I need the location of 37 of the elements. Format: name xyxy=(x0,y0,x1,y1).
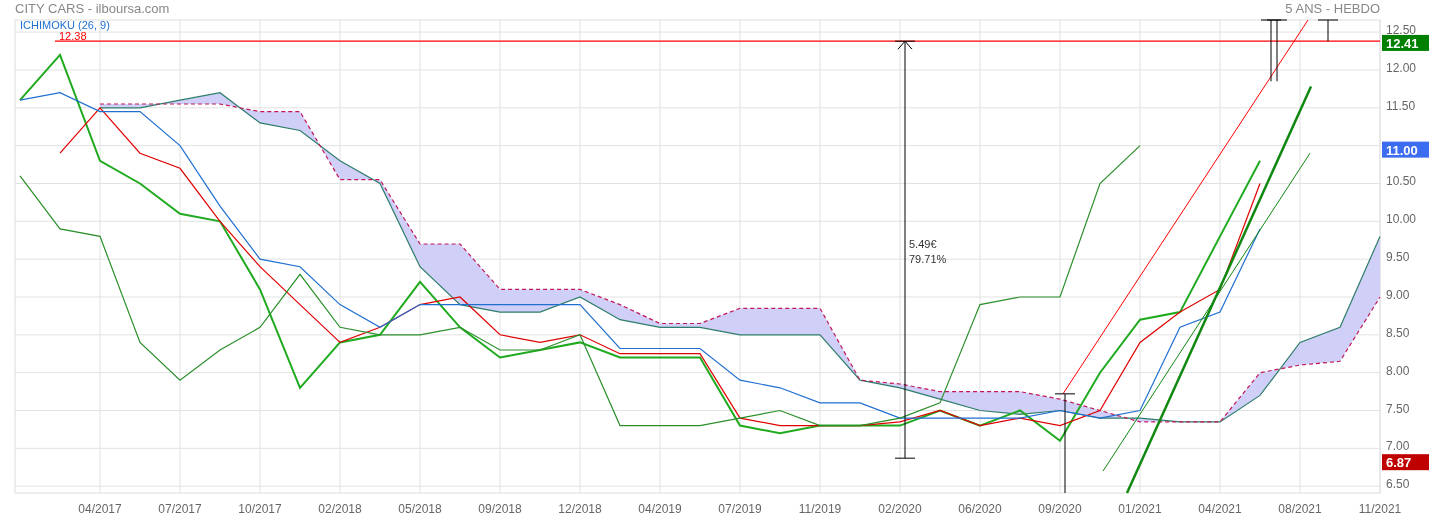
x-tick-label: 07/2017 xyxy=(158,502,202,516)
x-tick-label: 09/2020 xyxy=(1038,502,1082,516)
x-tick-label: 06/2020 xyxy=(958,502,1002,516)
y-tick-label: 12.50 xyxy=(1386,23,1417,38)
y-tick-label: 10.00 xyxy=(1386,212,1417,227)
x-tick-label: 08/2021 xyxy=(1278,502,1322,516)
y-tick-label: 10.50 xyxy=(1386,174,1417,189)
y-tick-label: 7.00 xyxy=(1386,439,1410,454)
x-tick-label: 04/2017 xyxy=(78,502,122,516)
y-tick-label: 8.50 xyxy=(1386,325,1410,340)
y-tick-label: 12.00 xyxy=(1386,60,1417,75)
y-tick-label: 11.50 xyxy=(1386,98,1416,113)
y-tick-label: 7.50 xyxy=(1386,401,1410,416)
x-tick-label: 05/2018 xyxy=(398,502,442,516)
y-tick-label: 9.50 xyxy=(1386,250,1410,265)
x-tick-label: 11/2019 xyxy=(798,502,842,516)
y-tick-label: 8.00 xyxy=(1386,363,1410,378)
x-tick-label: 11/2021 xyxy=(1358,502,1402,516)
price-tag-label: 6.87 xyxy=(1386,455,1412,471)
indicator-legend: ICHIMOKU (26, 9) xyxy=(20,19,110,31)
x-tick-label: 07/2019 xyxy=(718,502,762,516)
chart-title: CITY CARS - ilboursa.com xyxy=(15,1,170,16)
x-tick-label: 09/2018 xyxy=(478,502,522,516)
x-tick-label: 04/2019 xyxy=(638,502,682,516)
price-tag-label: 12.41 xyxy=(1386,35,1419,51)
x-tick-label: 02/2018 xyxy=(318,502,362,516)
measure-label: 5.49€ xyxy=(909,237,937,250)
y-tick-label: 9.00 xyxy=(1386,288,1410,302)
measure-label: 79.71% xyxy=(909,252,947,265)
x-tick-label: 10/2017 xyxy=(238,502,282,516)
period-label: 5 ANS - HEBDO xyxy=(1285,1,1380,16)
x-tick-label: 01/2021 xyxy=(1118,502,1162,516)
x-tick-label: 04/2021 xyxy=(1198,502,1242,516)
price-tag-label: 11.00 xyxy=(1386,142,1418,158)
x-tick-label: 02/2020 xyxy=(878,502,922,516)
x-tick-label: 12/2018 xyxy=(558,502,602,516)
y-tick-label: 6.50 xyxy=(1386,477,1410,492)
